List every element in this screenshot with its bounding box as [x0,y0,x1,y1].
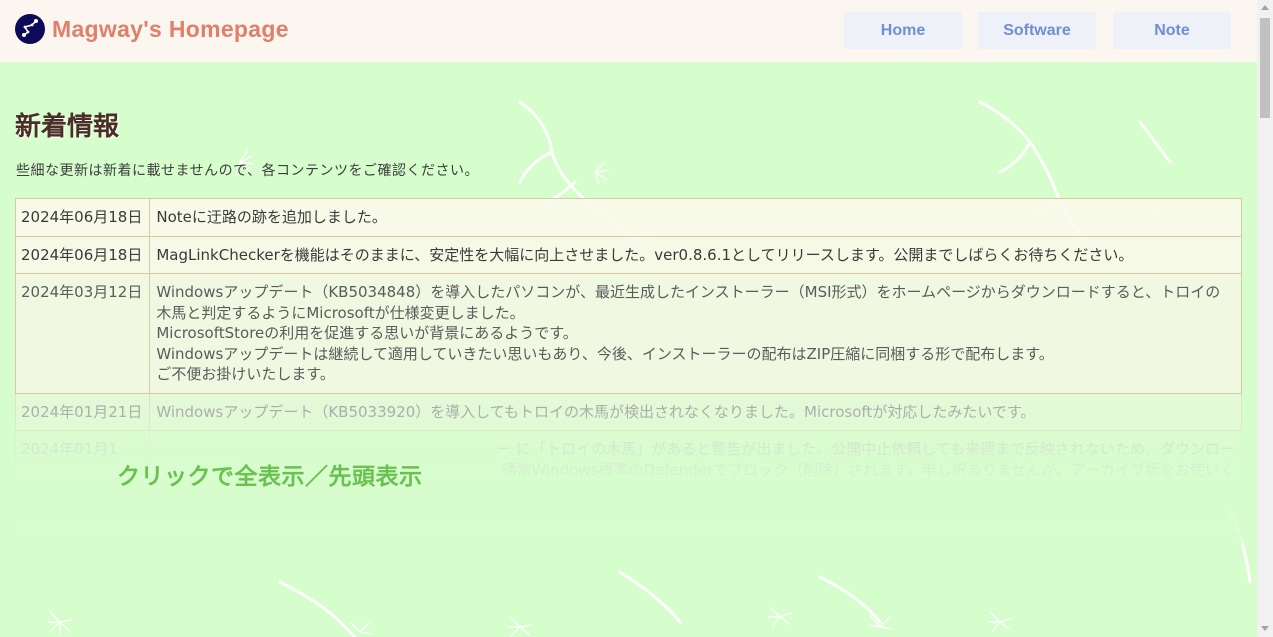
news-text: Noteに迂路の跡を追加しました。 [149,198,1242,237]
page-scrollbar[interactable] [1257,0,1273,637]
constellation-logo-icon[interactable] [15,14,45,44]
news-date: 2024年03月12日 [14,273,151,394]
news-line: MicrosoftStoreの利用を促進する思いが背景にあるようです。 [156,324,578,342]
news-date: 2024年06月18日 [14,198,151,237]
site-header: Magway's Homepage Home Software Note [0,0,1257,62]
nav-software-button[interactable]: Software [978,12,1096,49]
notice-text: 些細な更新は新着に載せませんので、各コンテンツをご確認ください。 [16,163,480,179]
news-text: Windowsアップデート（KB5034848）を導入したパソコンが、最近生成し… [149,273,1242,394]
news-text: Windowsアップデート（KB5033920）を導入してもトロイの木馬が検出さ… [149,392,1242,431]
nav-home-button[interactable]: Home [844,12,962,49]
news-line: Windowsアップデート（KB5034848）を導入したパソコンが、最近生成し… [156,283,1221,322]
scrollbar-thumb[interactable] [1260,18,1270,118]
news-row: 2024年06月18日 MagLinkCheckerを機能はそのままに、安定性を… [14,235,1242,274]
news-text: MagLinkCheckerを機能はそのままに、安定性を大幅に向上させました。v… [149,235,1242,274]
news-row: 2024年06月18日 Noteに迂路の跡を追加しました。 [14,198,1242,237]
news-row: 2024年01月21日 Windowsアップデート（KB5033920）を導入し… [14,392,1242,431]
news-line: Windowsアップデートは継続して適用していきたい思いもあり、今後、インストー… [156,344,1054,363]
page-title: 新着情報 [15,112,120,142]
site-title[interactable]: Magway's Homepage [52,16,289,43]
news-date: 2024年01月21日 [14,392,151,431]
news-date: 2024年06月18日 [14,235,151,274]
scroll-up-arrow-icon[interactable] [1261,5,1269,10]
scroll-down-arrow-icon[interactable] [1261,626,1269,631]
expand-toggle-link[interactable]: クリックで全表示／先頭表示 [117,457,423,491]
news-row: 2024年03月12日 Windowsアップデート（KB5034848）を導入し… [14,273,1242,394]
news-line: ご不便お掛けいたします。 [156,365,335,383]
nav-note-button[interactable]: Note [1113,12,1231,49]
